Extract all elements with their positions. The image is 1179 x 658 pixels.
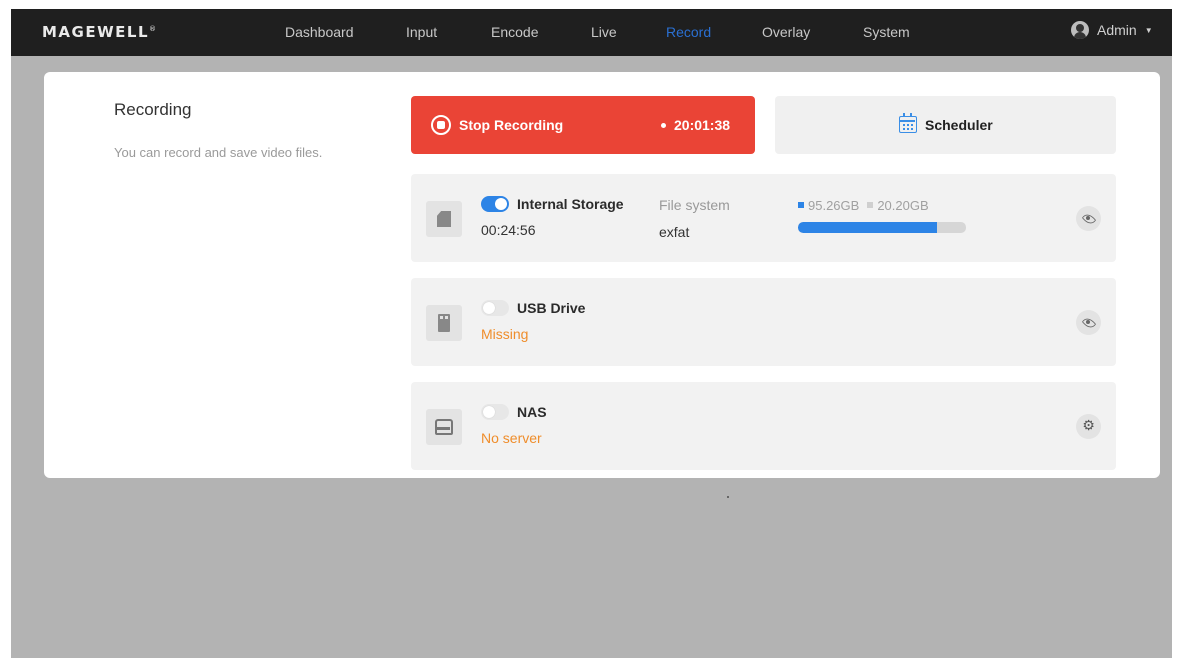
loading-dot bbox=[727, 496, 729, 498]
top-navigation-bar: MAGEWELL® Dashboard Input Encode Live Re… bbox=[11, 9, 1172, 56]
gear-icon[interactable]: ⚙ bbox=[1076, 414, 1101, 439]
internal-storage-toggle[interactable] bbox=[481, 196, 509, 212]
nas-icon bbox=[426, 409, 462, 445]
nav-live[interactable]: Live bbox=[591, 24, 617, 40]
storage-panel-usb: USB Drive Missing bbox=[411, 278, 1116, 366]
storage-status: No server bbox=[481, 430, 542, 446]
sd-card-icon bbox=[426, 201, 462, 237]
app-window: MAGEWELL® Dashboard Input Encode Live Re… bbox=[11, 9, 1172, 658]
storage-status: Missing bbox=[481, 326, 529, 342]
section-title: Recording bbox=[114, 100, 192, 119]
storage-name: NAS bbox=[517, 404, 547, 420]
stop-recording-label: Stop Recording bbox=[459, 117, 564, 133]
nav-dashboard[interactable]: Dashboard bbox=[285, 24, 354, 40]
calendar-icon bbox=[899, 113, 917, 133]
user-menu[interactable]: Admin ▼ bbox=[1071, 21, 1153, 39]
capacity-total: 95.26GB bbox=[808, 198, 860, 213]
nav-system[interactable]: System bbox=[863, 24, 910, 40]
capacity-free: 20.20GB bbox=[877, 198, 929, 213]
magewell-logo: MAGEWELL® bbox=[42, 23, 157, 41]
filesystem-label: File system bbox=[659, 197, 730, 213]
usb-drive-toggle[interactable] bbox=[481, 300, 509, 316]
eye-icon[interactable] bbox=[1076, 206, 1101, 231]
scheduler-button[interactable]: Scheduler bbox=[775, 96, 1116, 154]
capacity-legend: 95.26GB 20.20GB bbox=[798, 198, 929, 213]
nav-input[interactable]: Input bbox=[406, 24, 437, 40]
stop-recording-button[interactable]: Stop Recording 20:01:38 bbox=[411, 96, 755, 154]
usb-drive-icon bbox=[426, 305, 462, 341]
recording-dot-icon bbox=[661, 123, 666, 128]
chevron-down-icon: ▼ bbox=[1144, 25, 1153, 35]
nav-encode[interactable]: Encode bbox=[491, 24, 538, 40]
nav-record[interactable]: Record bbox=[666, 24, 711, 40]
nav-overlay[interactable]: Overlay bbox=[762, 24, 810, 40]
user-avatar-icon bbox=[1071, 21, 1089, 39]
nas-toggle[interactable] bbox=[481, 404, 509, 420]
section-description: You can record and save video files. bbox=[114, 145, 323, 160]
storage-recording-duration: 00:24:56 bbox=[481, 222, 536, 238]
capacity-bar-fill bbox=[798, 222, 938, 233]
scheduler-label: Scheduler bbox=[925, 117, 993, 133]
capacity-bar bbox=[798, 222, 966, 233]
user-name: Admin bbox=[1097, 22, 1137, 38]
storage-panel-internal: Internal Storage 00:24:56 File system ex… bbox=[411, 174, 1116, 262]
recording-card: Recording You can record and save video … bbox=[44, 72, 1160, 478]
recording-elapsed-time: 20:01:38 bbox=[674, 117, 731, 133]
storage-panel-nas: NAS No server ⚙ bbox=[411, 382, 1116, 470]
eye-icon[interactable] bbox=[1076, 310, 1101, 335]
storage-name: USB Drive bbox=[517, 300, 586, 316]
filesystem-value: exfat bbox=[659, 224, 690, 240]
stop-icon bbox=[431, 115, 451, 135]
storage-name: Internal Storage bbox=[517, 196, 624, 212]
